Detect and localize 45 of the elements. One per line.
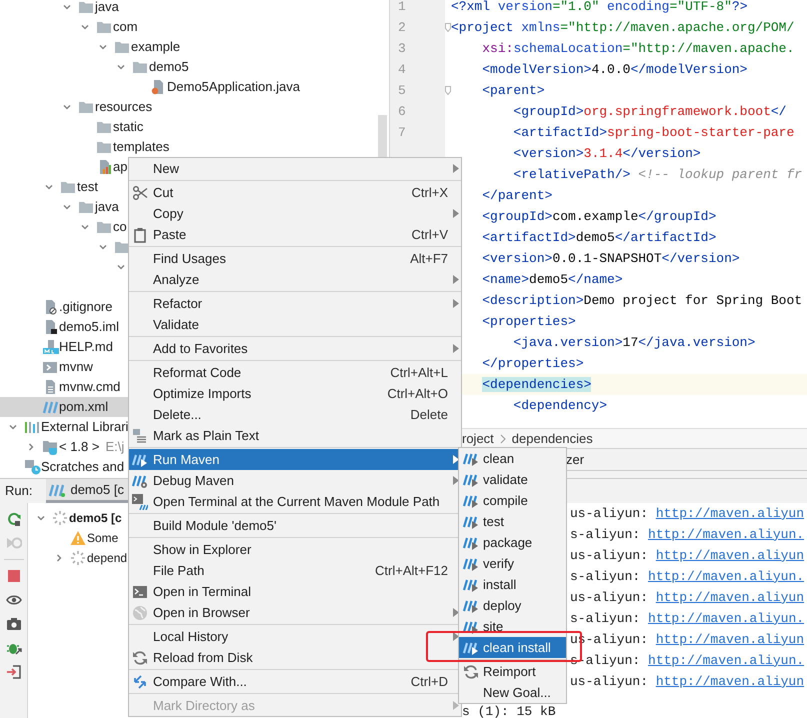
shortcut-label: Delete	[410, 406, 448, 424]
code-line: <name>demo5</name>	[482, 270, 623, 289]
code-line: <parent>	[482, 82, 545, 100]
shortcut-label: Alt+F7	[410, 250, 448, 268]
code-line: <artifactId>demo5</artifactId>	[482, 228, 716, 247]
code-line: <java.version>17</java.version>	[513, 334, 756, 352]
code-line: <relativePath/> <!-- lookup parent fr	[513, 166, 802, 184]
code-line: <version>3.1.4</version>	[513, 144, 701, 163]
console-text: s (1): 15 kB	[462, 705, 556, 718]
line-number: 1	[398, 0, 406, 16]
code-line: <artifactId>spring-boot-starter-pare	[513, 124, 794, 142]
line-number: 2	[398, 18, 406, 37]
line-number: 6	[398, 102, 406, 121]
code-line: <groupId>com.example</groupId>	[482, 208, 716, 226]
line-number: 7	[398, 124, 406, 142]
console-text: s-aliyun:	[570, 568, 640, 586]
console-text: s-aliyun:	[570, 652, 640, 670]
code-line: </parent>	[482, 186, 552, 205]
shortcut-label: Ctrl+D	[410, 672, 448, 691]
code-line: <description>Demo project for Spring Boot	[482, 292, 802, 310]
line-number: 4	[398, 60, 406, 79]
code-line: <project xmlns="http://maven.apache.org/POM/	[451, 18, 794, 37]
path-note: E:\j	[105, 438, 124, 456]
code-line: <version>0.0.1-SNAPSHOT</version>	[482, 250, 740, 268]
shortcut-label: Ctrl+X	[412, 184, 448, 202]
code-line: </properties>	[482, 354, 584, 373]
console-text: us-aliyun:	[570, 672, 648, 691]
code-line: xsi:schemaLocation="http://maven.apache.	[482, 40, 794, 58]
shortcut-label: Ctrl+V	[412, 226, 448, 244]
line-number: 5	[398, 82, 406, 100]
shortcut-label: Ctrl+Alt+L	[390, 364, 448, 382]
panel-label: Run:	[5, 482, 32, 500]
console-text: us-aliyun:	[570, 588, 648, 607]
line-number: 3	[398, 40, 406, 58]
console-text: us-aliyun:	[570, 546, 648, 565]
code-line: <modelVersion>4.0.0</modelVersion>	[482, 60, 748, 79]
code-line: <properties>	[482, 312, 576, 331]
code-line: <dependency>	[513, 396, 608, 415]
shortcut-label: Ctrl+Alt+F12	[375, 562, 448, 580]
console-text: s-aliyun:	[570, 610, 640, 628]
console-text: s-aliyun:	[570, 526, 640, 544]
code-line: <groupId>org.springframework.boot</	[513, 102, 786, 121]
console-text: us-aliyun:	[570, 504, 648, 523]
code-line: <?xml version="1.0" encoding="UTF-8"?>	[451, 0, 748, 16]
shortcut-label: Ctrl+Alt+O	[387, 384, 448, 403]
